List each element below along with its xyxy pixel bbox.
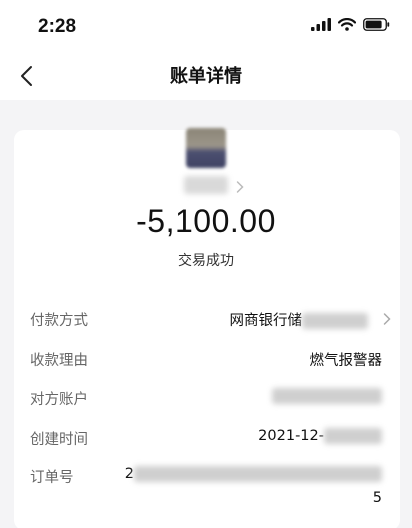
counterparty-account-label: 对方账户 (30, 392, 88, 408)
order-number-text: 2 (124, 466, 134, 482)
redacted-text (134, 466, 382, 482)
nav-bar: 账单详情 (0, 52, 412, 100)
order-number-value: 2 (125, 466, 382, 482)
payment-reason-value: 燃气报警器 (309, 353, 383, 369)
battery-icon (363, 18, 390, 31)
payment-method-label: 付款方式 (30, 313, 88, 329)
redacted-text (324, 428, 382, 444)
created-time-text: 2021-12- (258, 428, 324, 444)
redacted-text (302, 313, 368, 329)
wifi-icon (338, 18, 356, 31)
cellular-signal-icon (311, 18, 331, 31)
created-time-label: 创建时间 (30, 432, 88, 448)
payee-name-redacted[interactable] (184, 176, 228, 194)
chevron-right-icon[interactable] (382, 312, 392, 326)
counterparty-account-value (272, 388, 382, 404)
payment-reason-label: 收款理由 (30, 353, 88, 369)
status-bar: 2:28 (0, 0, 412, 52)
status-time: 2:28 (38, 16, 77, 37)
page-title: 账单详情 (170, 66, 242, 87)
status-icons (311, 18, 390, 31)
payment-method-value[interactable]: 网商银行储 (229, 309, 368, 330)
order-number-suffix: 5 (372, 490, 382, 506)
transaction-status: 交易成功 (178, 253, 234, 269)
order-number-label: 订单号 (30, 470, 74, 486)
chevron-right-icon[interactable] (235, 180, 245, 194)
payee-avatar[interactable] (186, 128, 226, 168)
payment-method-text: 网商银行储 (229, 313, 303, 329)
redacted-text (272, 388, 382, 404)
created-time-value: 2021-12- (258, 428, 382, 444)
transaction-amount: -5,100.00 (136, 203, 276, 239)
